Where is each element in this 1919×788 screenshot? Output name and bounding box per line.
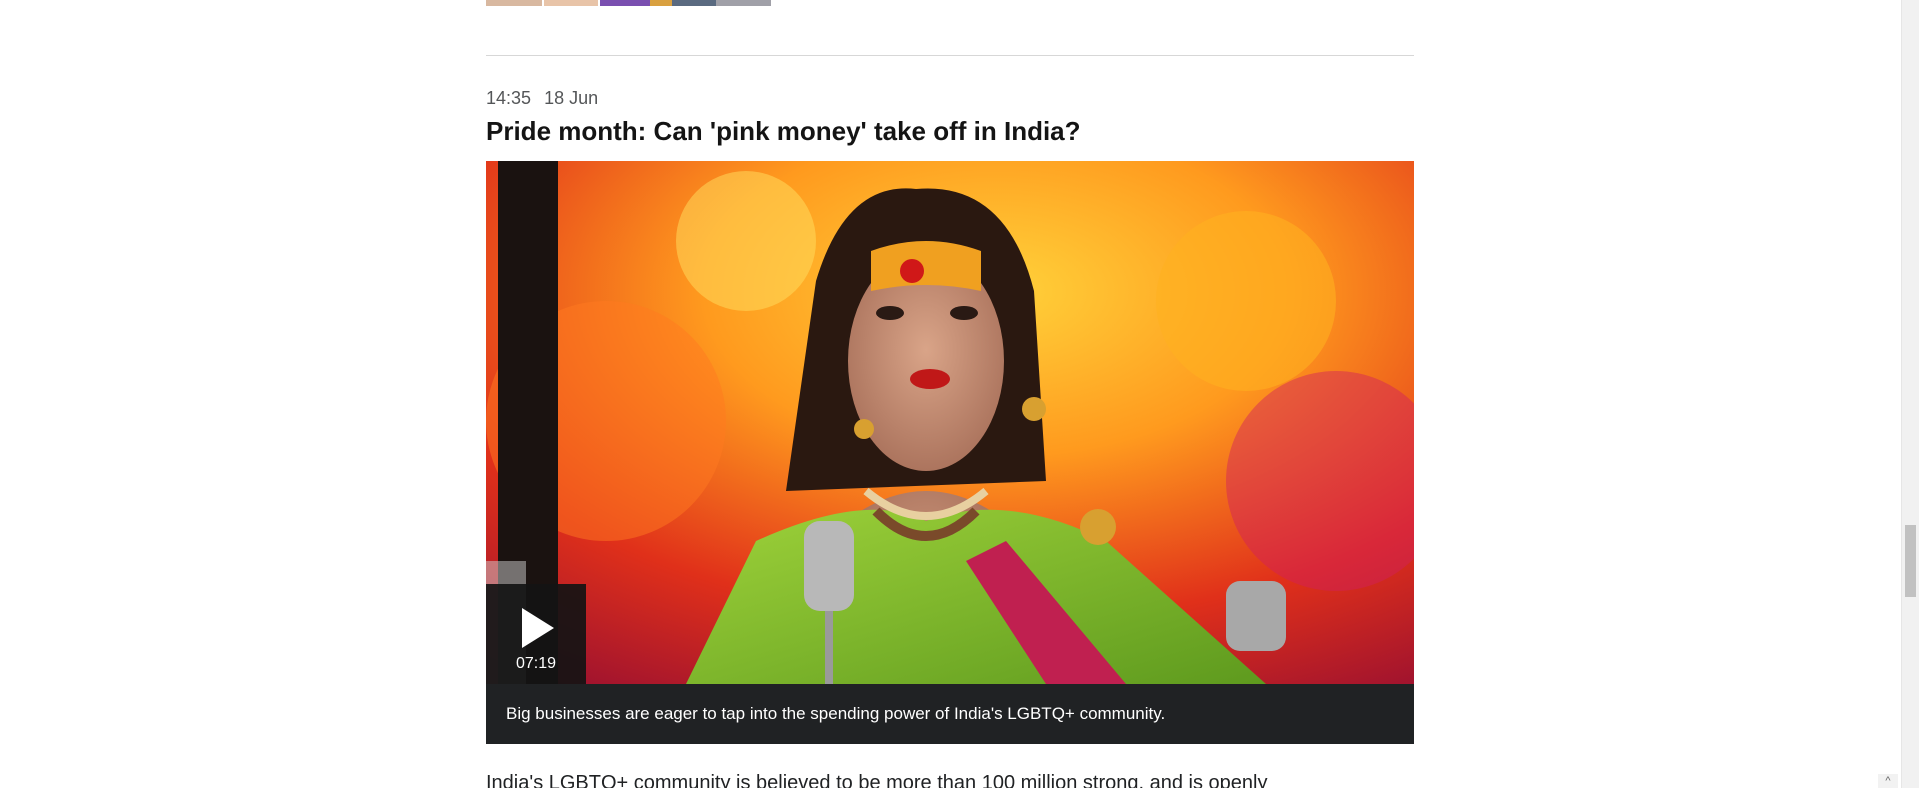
page: 14:35 18 Jun Pride month: Can 'pink mone… xyxy=(0,0,1919,788)
entry-time: 14:35 xyxy=(486,88,532,108)
thumbnail-image xyxy=(486,0,542,6)
thumbnail-image xyxy=(672,0,716,6)
thumbnail-image xyxy=(544,0,598,6)
entry-divider xyxy=(486,55,1414,56)
scrollbar-thumb[interactable] xyxy=(1905,525,1916,597)
video-player[interactable]: 07:19 xyxy=(486,161,1414,684)
page-scrollbar[interactable] xyxy=(1901,0,1919,788)
play-icon xyxy=(522,608,554,648)
previous-entry-images xyxy=(486,0,771,6)
video-caption: Big businesses are eager to tap into the… xyxy=(486,684,1414,744)
video-caption-text: Big businesses are eager to tap into the… xyxy=(506,704,1166,723)
entry-body-text: India's LGBTQ+ community is believed to … xyxy=(486,772,1268,788)
entry-headline: Pride month: Can 'pink money' take off i… xyxy=(486,116,1081,146)
thumbnail-image xyxy=(716,0,771,6)
video-still-image xyxy=(486,161,1414,684)
entry-date: 18 Jun xyxy=(544,88,599,108)
thumbnail-image xyxy=(600,0,650,6)
play-button[interactable]: 07:19 xyxy=(486,584,586,684)
entry-timestamp: 14:35 18 Jun xyxy=(486,88,598,109)
video-duration: 07:19 xyxy=(515,655,557,672)
chevron-up-icon[interactable]: ^ xyxy=(1878,774,1898,788)
thumbnail-image xyxy=(650,0,672,6)
